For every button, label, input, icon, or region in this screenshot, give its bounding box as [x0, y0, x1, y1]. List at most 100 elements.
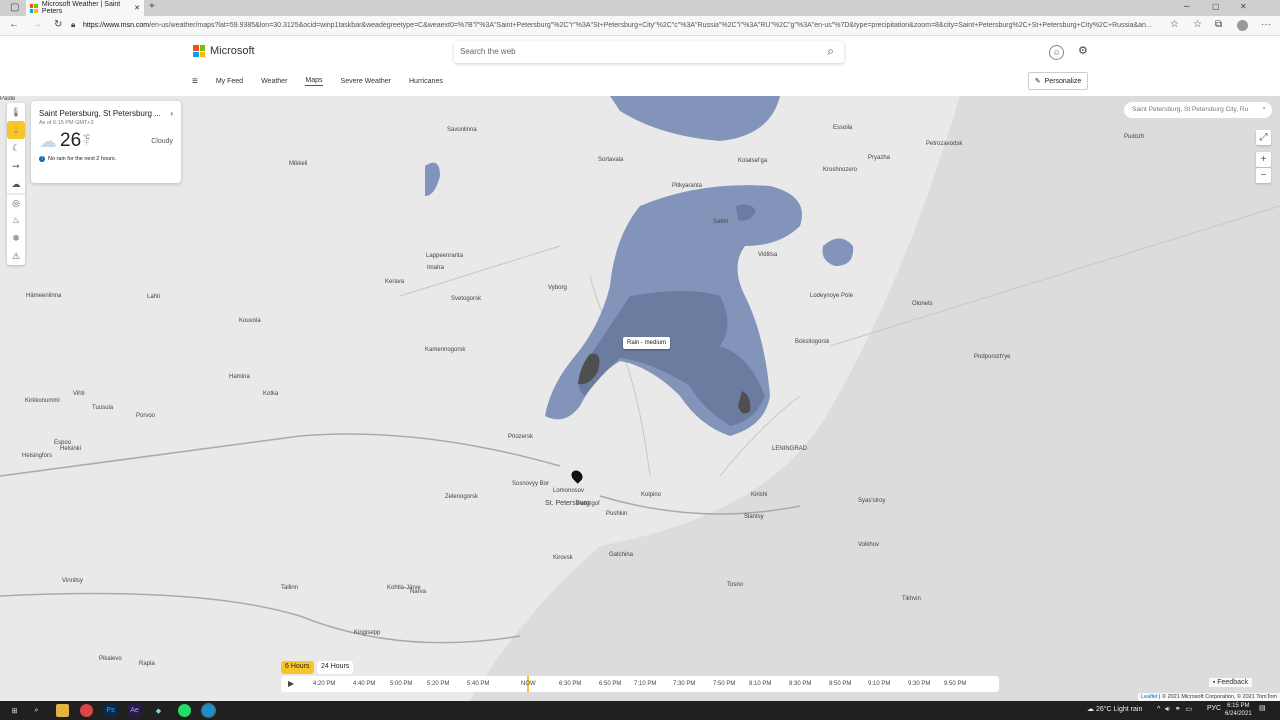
weather-widget[interactable]: ☁︎ 26°C Light rain [1087, 705, 1142, 713]
timeline-time-label[interactable]: 5:20 PM [427, 681, 449, 687]
map-place-label: Sosnovyy Bor [512, 481, 550, 487]
map-location-search[interactable]: Saint Petersburg, St Petersburg City, Ru… [1124, 102, 1272, 118]
chrome-icon[interactable] [80, 704, 93, 717]
timeline-time-label[interactable]: 4:40 PM [353, 681, 375, 687]
map-place-label: Lahti [147, 294, 161, 300]
minimize-icon[interactable]: – [1184, 2, 1190, 12]
map-place-label: Tikhvin [902, 596, 921, 602]
browser-tab-bar: ▢ Microsoft Weather | Saint Peters ✕ + –… [0, 0, 1280, 16]
nav-severe-weather[interactable]: Severe Weather [341, 78, 391, 85]
timeline-time-label[interactable]: 7:50 PM [713, 681, 735, 687]
region-shading [470, 96, 1280, 701]
alert-layer-icon[interactable]: ⚠︎ [7, 247, 25, 265]
timeline-time-label[interactable]: 8:50 PM [829, 681, 851, 687]
profile-avatar[interactable] [1237, 20, 1248, 31]
tab-6-hours[interactable]: 6 Hours [281, 661, 314, 674]
account-icon[interactable]: ☺ [1049, 45, 1064, 60]
personalize-button[interactable]: ✎ Personalize [1028, 72, 1088, 90]
fire-layer-icon[interactable]: ♨︎ [7, 211, 25, 229]
system-tray-icons[interactable]: ^🔊︎⚭▭ [1157, 705, 1197, 714]
weather-map[interactable]: Savonlinna Mikkeli Sortavala Pitkyaranta Kol… [0, 96, 1280, 701]
nav-weather[interactable]: Weather [261, 78, 287, 85]
back-icon[interactable]: ← [9, 20, 19, 30]
card-header: Saint Petersburg, St Petersburg ... › [39, 109, 173, 118]
microsoft-logo[interactable]: Microsoft [193, 45, 255, 57]
hurricane-layer-icon[interactable]: ◎ [7, 193, 25, 211]
tab-24-hours[interactable]: 24 Hours [317, 661, 354, 674]
add-favorite-icon[interactable]: ☆ [1170, 20, 1179, 30]
windows-start-icon[interactable]: ⊞ [8, 704, 21, 717]
timeline-time-label[interactable]: 9:50 PM [944, 681, 966, 687]
cloud-layer-icon[interactable]: ☁︎ [7, 175, 25, 193]
new-tab-icon[interactable]: + [149, 2, 155, 12]
timeline-now-label[interactable]: NOW [521, 681, 536, 687]
play-icon[interactable]: ▶ [288, 679, 294, 688]
precipitation-layer-icon[interactable]: 💧︎ [7, 121, 25, 139]
weather-card[interactable]: Saint Petersburg, St Petersburg ... › As … [31, 101, 181, 183]
map-place-label: Kamennogorsk [425, 347, 466, 353]
condition: Cloudy [151, 137, 173, 145]
forward-icon[interactable]: → [32, 20, 42, 30]
temperature-layer-icon[interactable]: 🌡︎ [7, 103, 25, 121]
timeline-time-label[interactable]: 9:10 PM [868, 681, 890, 687]
photoshop-icon[interactable]: Ps [104, 704, 117, 717]
tab-actions-icon[interactable]: ▢ [10, 3, 19, 13]
timeline-time-label[interactable]: 8:10 PM [749, 681, 771, 687]
current-conditions: ☁︎ 26 °C °F Cloudy [39, 130, 173, 152]
more-icon[interactable]: ··· [1261, 20, 1271, 30]
timeline-time-label[interactable]: 7:10 PM [634, 681, 656, 687]
chevron-right-icon[interactable]: › [170, 109, 173, 118]
hamburger-menu-icon[interactable]: ≡ [192, 76, 198, 87]
feedback-button[interactable]: ▪ Feedback [1208, 678, 1252, 687]
search-icon[interactable]: ⌕ [827, 44, 834, 59]
map-place-label: Lappeenranta [426, 253, 464, 259]
collections-icon[interactable]: ⧉ [1215, 20, 1222, 30]
timeline-time-label[interactable]: 9:30 PM [908, 681, 930, 687]
leaflet-link[interactable]: Leaflet [1141, 694, 1158, 700]
nav-maps[interactable]: Maps [305, 77, 323, 86]
timeline-time-label[interactable]: 5:00 PM [390, 681, 412, 687]
timeline-bar[interactable]: ▶ 4:20 PM 4:40 PM 5:00 PM 5:20 PM 5:40 PM NOW… [281, 676, 999, 692]
map-place-label: Boksitogorsk [795, 339, 830, 345]
after-effects-icon[interactable]: Ae [128, 704, 141, 717]
unit-fahrenheit[interactable]: °F [83, 141, 90, 147]
zoom-out-button[interactable]: − [1256, 168, 1271, 183]
search-icon[interactable]: ⌕ [1262, 105, 1266, 113]
file-explorer-icon[interactable] [56, 704, 69, 717]
map-place-label: LENINGRAD [772, 446, 808, 452]
language-indicator[interactable]: РУС [1207, 705, 1221, 712]
browser-tab[interactable]: Microsoft Weather | Saint Peters ✕ [26, 0, 144, 16]
settings-gear-icon[interactable]: ⚙ [1078, 46, 1088, 57]
close-tab-icon[interactable]: ✕ [134, 4, 140, 12]
favorites-icon[interactable]: ☆ [1193, 20, 1202, 30]
maximize-icon[interactable]: ▢ [1212, 3, 1220, 11]
web-search-input[interactable]: Search the web ⌕ [454, 41, 844, 63]
edge-icon[interactable] [201, 703, 216, 718]
clock[interactable]: 6:15 PM 6/24/2021 [1225, 702, 1252, 718]
app-icon[interactable]: ◆ [152, 704, 165, 717]
timeline-time-label[interactable]: 6:50 PM [599, 681, 621, 687]
search-icon[interactable]: ⌕ [30, 704, 43, 717]
radar-layer-icon[interactable]: ☾ [7, 139, 25, 157]
cloud-icon: ☁︎ [39, 130, 57, 151]
nav-hurricanes[interactable]: Hurricanes [409, 78, 443, 85]
air-quality-layer-icon[interactable]: ❄︎ [7, 229, 25, 247]
timeline-time-label[interactable]: 7:30 PM [673, 681, 695, 687]
url-field[interactable]: https://www.msn.com/en-us/weather/maps?l… [83, 19, 1163, 33]
tab-title: Microsoft Weather | Saint Peters [41, 1, 121, 15]
fullscreen-icon[interactable]: ⤢ [1256, 130, 1271, 145]
close-window-icon[interactable]: ✕ [1240, 3, 1247, 11]
timeline-time-label[interactable]: 6:30 PM [559, 681, 581, 687]
timeline-time-label[interactable]: 5:40 PM [467, 681, 489, 687]
zoom-in-button[interactable]: + [1256, 152, 1271, 167]
wind-layer-icon[interactable]: ➙ [7, 157, 25, 175]
rain-area [822, 238, 854, 266]
notifications-icon[interactable]: ▤ [1259, 704, 1266, 712]
app-icon[interactable] [178, 704, 191, 717]
timeline-time-label[interactable]: 4:20 PM [313, 681, 335, 687]
map-place-label: Paide [0, 96, 16, 102]
nav-my-feed[interactable]: My Feed [216, 78, 243, 85]
map-place-label: Kerava [385, 279, 405, 285]
refresh-icon[interactable]: ↻ [54, 20, 62, 30]
timeline-time-label[interactable]: 8:30 PM [789, 681, 811, 687]
